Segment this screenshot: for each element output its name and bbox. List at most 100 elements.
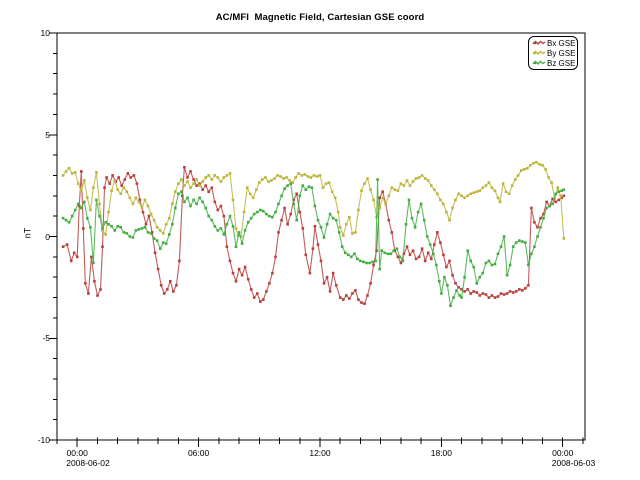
data-point — [563, 237, 566, 240]
data-point — [117, 176, 120, 179]
data-point — [406, 179, 409, 182]
data-point — [256, 292, 259, 295]
data-point — [399, 256, 402, 259]
data-point — [253, 296, 256, 299]
data-point — [138, 228, 141, 231]
data-point — [111, 174, 114, 177]
data-point — [363, 182, 366, 185]
data-point — [359, 260, 362, 263]
data-point — [80, 170, 83, 173]
data-point — [157, 268, 160, 271]
data-point — [86, 197, 89, 200]
data-point — [454, 199, 457, 202]
data-point — [93, 280, 96, 283]
data-point — [326, 223, 329, 226]
data-point — [524, 241, 527, 244]
plot-area[interactable] — [0, 0, 640, 480]
data-point — [316, 175, 319, 178]
data-point — [256, 211, 259, 214]
legend-label-by: By GSE — [547, 49, 575, 58]
data-point — [89, 209, 92, 212]
data-point — [84, 282, 87, 285]
data-point — [491, 294, 494, 297]
data-point — [378, 268, 381, 271]
data-point — [541, 164, 544, 167]
data-point — [177, 182, 180, 185]
data-point — [165, 242, 168, 245]
data-point — [195, 203, 198, 206]
data-point — [383, 252, 386, 255]
data-point — [488, 260, 491, 263]
data-point — [374, 260, 377, 263]
data-point — [418, 176, 421, 179]
data-point — [432, 253, 435, 256]
y-tick-label: -10 — [26, 435, 50, 445]
data-point — [238, 231, 241, 234]
data-point — [360, 189, 363, 192]
data-point — [159, 247, 162, 250]
data-point — [545, 207, 548, 210]
data-point — [180, 190, 183, 193]
data-point — [285, 176, 288, 179]
data-point — [517, 174, 520, 177]
data-point — [226, 223, 229, 226]
data-point — [174, 207, 177, 210]
data-point — [466, 288, 469, 291]
data-point — [365, 262, 368, 265]
data-point — [482, 272, 485, 275]
data-point — [229, 172, 232, 175]
data-point — [342, 234, 345, 237]
data-point — [430, 184, 433, 187]
data-point — [526, 167, 529, 170]
data-point — [545, 201, 548, 204]
data-point — [451, 274, 454, 277]
data-point — [105, 176, 108, 179]
y-tick-label: 0 — [26, 232, 50, 242]
data-point — [351, 292, 354, 295]
data-point — [563, 195, 566, 198]
data-point — [246, 186, 249, 189]
data-point — [183, 201, 186, 204]
data-point — [101, 227, 104, 230]
data-point — [232, 272, 235, 275]
data-point — [171, 223, 174, 226]
data-point — [521, 289, 524, 292]
data-point — [334, 197, 337, 200]
data-point — [247, 278, 250, 281]
data-point — [286, 223, 289, 226]
data-point — [277, 203, 280, 206]
x-tick-label: 12:00 — [300, 448, 340, 458]
data-point — [305, 188, 308, 191]
data-point — [141, 227, 144, 230]
data-point — [539, 226, 542, 229]
data-point — [292, 203, 295, 206]
data-point — [214, 225, 217, 228]
data-point — [277, 231, 280, 234]
data-point — [235, 227, 238, 230]
data-point — [201, 180, 204, 183]
legend-item-bz: Bz GSE — [532, 58, 575, 68]
data-point — [542, 217, 545, 220]
data-point — [255, 188, 258, 191]
data-point — [319, 174, 322, 177]
data-point — [253, 213, 256, 216]
data-point — [71, 215, 74, 218]
legend-item-by: By GSE — [532, 48, 575, 58]
data-point — [271, 216, 274, 219]
data-point — [353, 253, 356, 256]
data-point — [289, 182, 292, 185]
data-point — [274, 211, 277, 214]
data-point — [469, 292, 472, 295]
data-point — [104, 233, 107, 236]
data-point — [320, 260, 323, 263]
data-point — [119, 226, 122, 229]
data-point — [418, 256, 421, 259]
data-point — [512, 291, 515, 294]
data-point — [252, 197, 255, 200]
data-point — [551, 203, 554, 206]
data-point — [368, 262, 371, 265]
data-point — [506, 274, 509, 277]
data-point — [101, 245, 104, 248]
data-point — [198, 184, 201, 187]
data-point — [320, 226, 323, 229]
